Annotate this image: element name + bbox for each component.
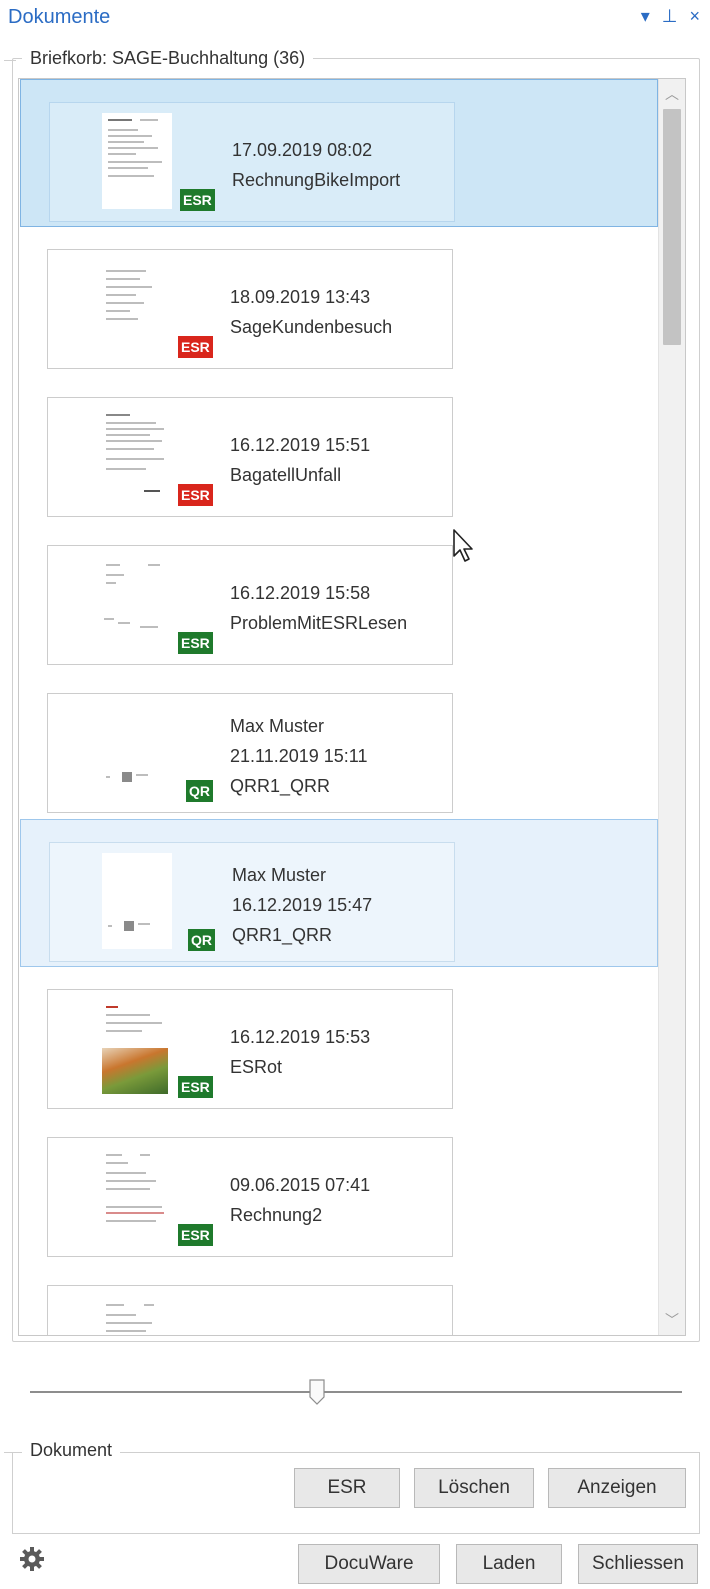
panel-title: Dokumente bbox=[8, 6, 111, 28]
document-name: QRR1_QRR bbox=[230, 776, 331, 796]
list-item[interactable]: ESR 16.12.2019 15:51 BagatellUnfall bbox=[19, 375, 657, 521]
zoom-slider-thumb[interactable] bbox=[309, 1379, 325, 1405]
list-item[interactable]: ESR 16.12.2019 15:53 ESRot bbox=[19, 967, 657, 1113]
group-divider bbox=[4, 60, 16, 61]
dropdown-icon[interactable]: ▾ bbox=[641, 6, 650, 27]
document-card[interactable]: ESR 16.12.2019 15:58 ProblemMitESRLesen bbox=[47, 545, 453, 665]
document-date: 21.11.2019 15:11 bbox=[230, 746, 368, 766]
document-thumbnail bbox=[100, 260, 170, 356]
document-name: SageKundenbesuch bbox=[230, 317, 393, 337]
esr-badge: ESR bbox=[180, 189, 215, 211]
document-date: 09.06.2015 07:41 bbox=[230, 1175, 371, 1195]
gear-icon[interactable] bbox=[12, 1544, 52, 1574]
document-date: 17.09.2019 08:02 bbox=[232, 140, 373, 160]
list-item[interactable]: ESR 16.12.2019 15:58 ProblemMitESRLesen bbox=[19, 523, 657, 669]
document-thumbnail bbox=[100, 556, 170, 652]
esr-button[interactable]: ESR bbox=[294, 1468, 400, 1508]
close-icon[interactable]: × bbox=[689, 6, 700, 27]
zoom-slider-track[interactable] bbox=[30, 1391, 682, 1393]
esr-badge: ESR bbox=[178, 1224, 213, 1246]
document-thumbnail bbox=[100, 1000, 170, 1096]
document-card[interactable]: QR Max Muster 16.12.2019 15:47 QRR1_QRR bbox=[49, 842, 455, 962]
show-button[interactable]: Anzeigen bbox=[548, 1468, 686, 1508]
list-item[interactable] bbox=[19, 1263, 657, 1335]
mouse-cursor-icon bbox=[453, 529, 473, 562]
load-button[interactable]: Laden bbox=[456, 1544, 562, 1584]
inbox-legend: Briefkorb: SAGE-Buchhaltung (36) bbox=[22, 48, 314, 69]
document-legend: Dokument bbox=[22, 1440, 121, 1461]
scroll-thumb[interactable] bbox=[663, 109, 681, 345]
document-card[interactable]: QR Max Muster 21.11.2019 15:11 QRR1_QRR bbox=[47, 693, 453, 813]
document-thumbnail bbox=[100, 704, 170, 800]
document-date: 16.12.2019 15:51 bbox=[230, 435, 371, 455]
close-button[interactable]: Schliessen bbox=[578, 1544, 698, 1584]
document-date: 18.09.2019 13:43 bbox=[230, 287, 371, 307]
group-divider bbox=[4, 1452, 16, 1453]
document-list[interactable]: ESR 17.09.2019 08:02 RechnungBikeImport … bbox=[18, 78, 686, 1336]
document-card[interactable]: ESR 09.06.2015 07:41 Rechnung2 bbox=[47, 1137, 453, 1257]
document-name: ESRot bbox=[230, 1057, 283, 1077]
document-thumbnail bbox=[102, 113, 172, 209]
document-card[interactable]: ESR 16.12.2019 15:53 ESRot bbox=[47, 989, 453, 1109]
list-item[interactable]: QR Max Muster 21.11.2019 15:11 QRR1_QRR bbox=[19, 671, 657, 817]
document-date: 16.12.2019 15:58 bbox=[230, 583, 371, 603]
esr-badge: ESR bbox=[178, 336, 213, 358]
document-thumbnail bbox=[100, 1296, 170, 1335]
document-date: 16.12.2019 15:53 bbox=[230, 1027, 371, 1047]
document-card[interactable]: ESR 17.09.2019 08:02 RechnungBikeImport bbox=[49, 102, 455, 222]
document-card[interactable]: ESR 16.12.2019 15:51 BagatellUnfall bbox=[47, 397, 453, 517]
document-name: RechnungBikeImport bbox=[232, 170, 401, 190]
list-item[interactable]: ESR 17.09.2019 08:02 RechnungBikeImport bbox=[20, 79, 658, 227]
document-thumbnail bbox=[102, 853, 172, 949]
qr-badge: QR bbox=[186, 780, 213, 802]
list-item[interactable]: ESR 18.09.2019 13:43 SageKundenbesuch bbox=[19, 227, 657, 373]
esr-badge: ESR bbox=[178, 632, 213, 654]
docuware-button[interactable]: DocuWare bbox=[298, 1544, 440, 1584]
document-name: Rechnung2 bbox=[230, 1205, 323, 1225]
vertical-scrollbar[interactable]: ︿ ﹀ bbox=[658, 79, 685, 1335]
document-thumbnail bbox=[100, 408, 170, 504]
esr-badge: ESR bbox=[178, 484, 213, 506]
list-item[interactable]: QR Max Muster 16.12.2019 15:47 QRR1_QRR bbox=[20, 819, 658, 967]
scroll-down-icon[interactable]: ﹀ bbox=[659, 1307, 685, 1333]
document-user: Max Muster bbox=[232, 865, 327, 885]
document-name: QRR1_QRR bbox=[232, 925, 333, 945]
document-user: Max Muster bbox=[230, 716, 325, 736]
document-name: BagatellUnfall bbox=[230, 465, 342, 485]
document-date: 16.12.2019 15:47 bbox=[232, 895, 373, 915]
delete-button[interactable]: Löschen bbox=[414, 1468, 534, 1508]
document-name: ProblemMitESRLesen bbox=[230, 613, 408, 633]
pin-icon[interactable]: ⊥ bbox=[662, 6, 678, 27]
qr-badge: QR bbox=[188, 929, 215, 951]
document-card[interactable]: ESR 18.09.2019 13:43 SageKundenbesuch bbox=[47, 249, 453, 369]
esr-badge: ESR bbox=[178, 1076, 213, 1098]
list-item[interactable]: ESR 09.06.2015 07:41 Rechnung2 bbox=[19, 1115, 657, 1261]
scroll-up-icon[interactable]: ︿ bbox=[659, 81, 685, 107]
document-card[interactable] bbox=[47, 1285, 453, 1335]
document-thumbnail bbox=[100, 1148, 170, 1244]
window-controls: ▾ ⊥ × bbox=[641, 6, 700, 27]
